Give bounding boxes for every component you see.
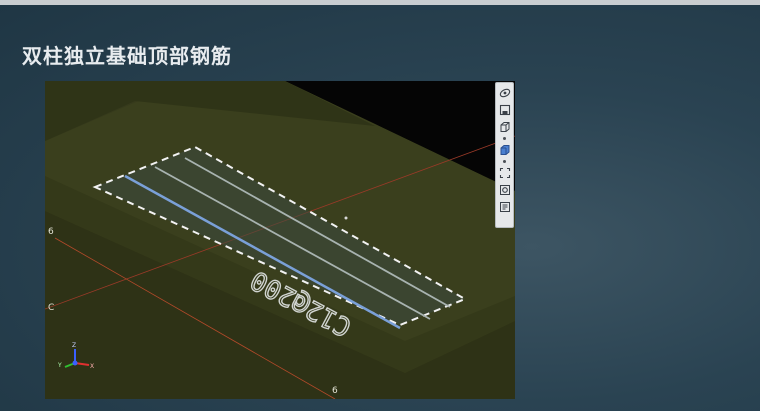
model-scene: C12@200 Z X Y bbox=[45, 81, 515, 399]
grid-label-c: C bbox=[48, 303, 55, 313]
slide-title: 双柱独立基础顶部钢筋 bbox=[22, 44, 232, 68]
grid-label-6-left: 6 bbox=[48, 227, 54, 237]
svg-text:Z: Z bbox=[72, 342, 76, 349]
toolbar-separator bbox=[503, 160, 506, 163]
fit-view-icon[interactable] bbox=[498, 166, 512, 180]
properties-icon[interactable] bbox=[498, 200, 512, 214]
toolbar-separator bbox=[503, 137, 506, 140]
cube-solid-icon[interactable] bbox=[498, 143, 512, 157]
3d-viewport[interactable]: C12@200 Z X Y 6 C 6 bbox=[45, 81, 515, 399]
cube-wire-icon[interactable] bbox=[498, 120, 512, 134]
save-view-icon[interactable] bbox=[498, 103, 512, 117]
bottom-strip bbox=[0, 399, 760, 411]
settings-view-icon[interactable] bbox=[498, 183, 512, 197]
pivot-marker bbox=[344, 216, 348, 220]
view-toolbar bbox=[495, 82, 514, 228]
svg-text:Y: Y bbox=[57, 362, 62, 369]
grid-label-6-bottom: 6 bbox=[332, 386, 338, 396]
top-strip bbox=[0, 0, 760, 5]
orbit-icon[interactable] bbox=[498, 86, 512, 100]
svg-text:X: X bbox=[90, 363, 94, 370]
